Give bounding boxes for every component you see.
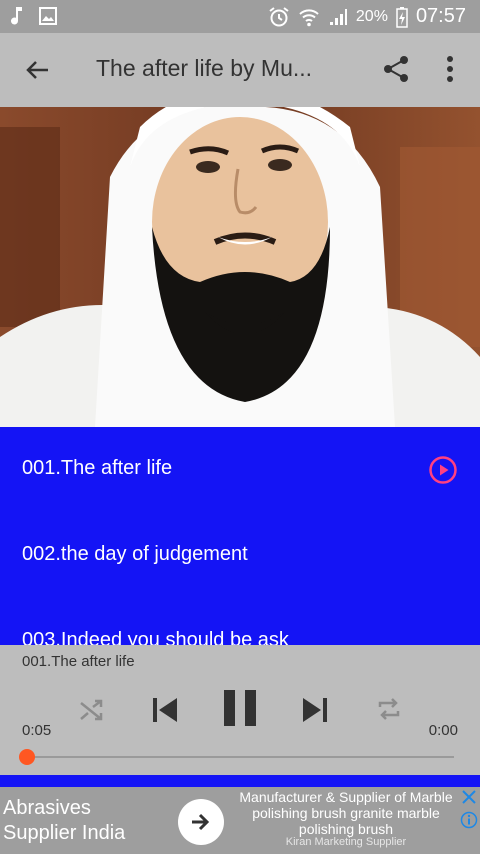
media-player: 001.The after life 0:05 0:00 <box>0 645 480 775</box>
ad-headline-line1: Abrasives <box>3 797 91 819</box>
divider <box>0 775 480 787</box>
list-item[interactable]: 001.The after life <box>0 427 480 513</box>
list-item[interactable]: 002.the day of judgement <box>0 513 480 599</box>
battery-percent: 20% <box>355 7 388 25</box>
signal-icon <box>329 8 347 25</box>
info-icon[interactable] <box>460 811 478 829</box>
skip-previous-icon[interactable] <box>150 695 180 725</box>
skip-next-icon[interactable] <box>300 695 330 725</box>
now-playing-title: 001.The after life <box>22 653 135 670</box>
seek-thumb[interactable] <box>19 749 35 765</box>
ad-advertiser: Kiran Marketing Supplier <box>285 836 407 848</box>
ad-headline-line2: Supplier India <box>3 822 126 844</box>
repeat-icon[interactable] <box>375 695 403 723</box>
back-arrow-icon[interactable] <box>20 53 54 87</box>
status-clock: 07:57 <box>415 5 466 27</box>
track-title: 001.The after life <box>22 457 173 479</box>
status-bar: 20% 07:57 <box>0 0 480 33</box>
status-system: 20% 07:57 <box>268 5 466 28</box>
speaker-portrait <box>0 107 480 427</box>
wifi-icon <box>299 8 319 26</box>
shuffle-icon[interactable] <box>78 697 104 723</box>
pause-icon[interactable] <box>222 689 258 727</box>
more-vert-icon[interactable] <box>438 53 462 85</box>
ad-headline[interactable]: Abrasives Supplier India <box>3 796 125 846</box>
seek-bar[interactable] <box>28 756 454 758</box>
alarm-icon <box>269 6 289 26</box>
play-circle-icon[interactable] <box>428 455 458 485</box>
close-icon[interactable] <box>461 789 477 805</box>
page-title: The after life by Mu... <box>96 55 313 81</box>
total-time: 0:00 <box>428 722 458 739</box>
track-list: 001.The after life 002.the day of judgem… <box>0 427 480 645</box>
toolbar: The after life by Mu... <box>0 33 480 107</box>
ad-description[interactable]: Manufacturer & Supplier of Marble polish… <box>232 789 460 837</box>
share-icon[interactable] <box>380 53 412 85</box>
arrow-right-icon <box>192 813 210 831</box>
album-artwork <box>0 107 480 427</box>
elapsed-time: 0:05 <box>22 722 52 739</box>
track-title: 002.the day of judgement <box>22 543 248 565</box>
list-item[interactable]: 003.Indeed you should be ask <box>0 599 480 645</box>
music-note-icon <box>11 7 22 25</box>
track-title: 003.Indeed you should be ask <box>22 629 289 645</box>
battery-charging-icon <box>396 6 408 28</box>
ad-open-button[interactable] <box>178 799 224 845</box>
ad-banner[interactable]: Abrasives Supplier India Manufacturer & … <box>0 787 480 854</box>
status-notifications <box>10 6 58 26</box>
gallery-icon <box>39 7 57 25</box>
